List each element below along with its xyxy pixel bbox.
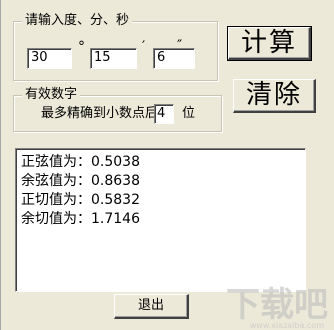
- second-symbol: ″: [177, 38, 183, 54]
- calculator-dialog: 请输入度、分、秒 30 ° 15 ′ 6 ″ 计算 清除 有效数字 最多精确到小…: [0, 0, 334, 330]
- precision-digits-input[interactable]: 4: [154, 104, 174, 124]
- angle-input-legend: 请输入度、分、秒: [22, 13, 133, 29]
- degree-input[interactable]: 30: [27, 48, 72, 69]
- clear-button[interactable]: 清除: [233, 79, 316, 113]
- watermark-logo: 下载吧: [226, 285, 328, 325]
- result-line-tangent: 正切值为：0.5832: [21, 192, 140, 208]
- precision-legend: 有效数字: [22, 87, 81, 103]
- precision-prefix-label: 最多精确到小数点后: [41, 106, 159, 121]
- minute-symbol: ′: [142, 39, 146, 55]
- calculate-button[interactable]: 计算: [227, 26, 312, 61]
- minute-input[interactable]: 15: [90, 48, 137, 69]
- exit-button[interactable]: 退出: [114, 294, 189, 319]
- result-line-sine: 正弦值为：0.5038: [21, 154, 140, 170]
- degree-symbol: °: [78, 39, 85, 55]
- results-textarea[interactable]: 正弦值为：0.5038 余弦值为：0.8638 正切值为：0.5832 余切值为…: [15, 148, 306, 292]
- result-line-cotangent: 余切值为：1.7146: [21, 211, 140, 227]
- second-input[interactable]: 6: [153, 48, 195, 69]
- result-line-cosine: 余弦值为：0.8638: [21, 173, 140, 189]
- precision-suffix-label: 位: [182, 106, 196, 121]
- watermark-url: www.xiazaiba.com: [249, 321, 324, 330]
